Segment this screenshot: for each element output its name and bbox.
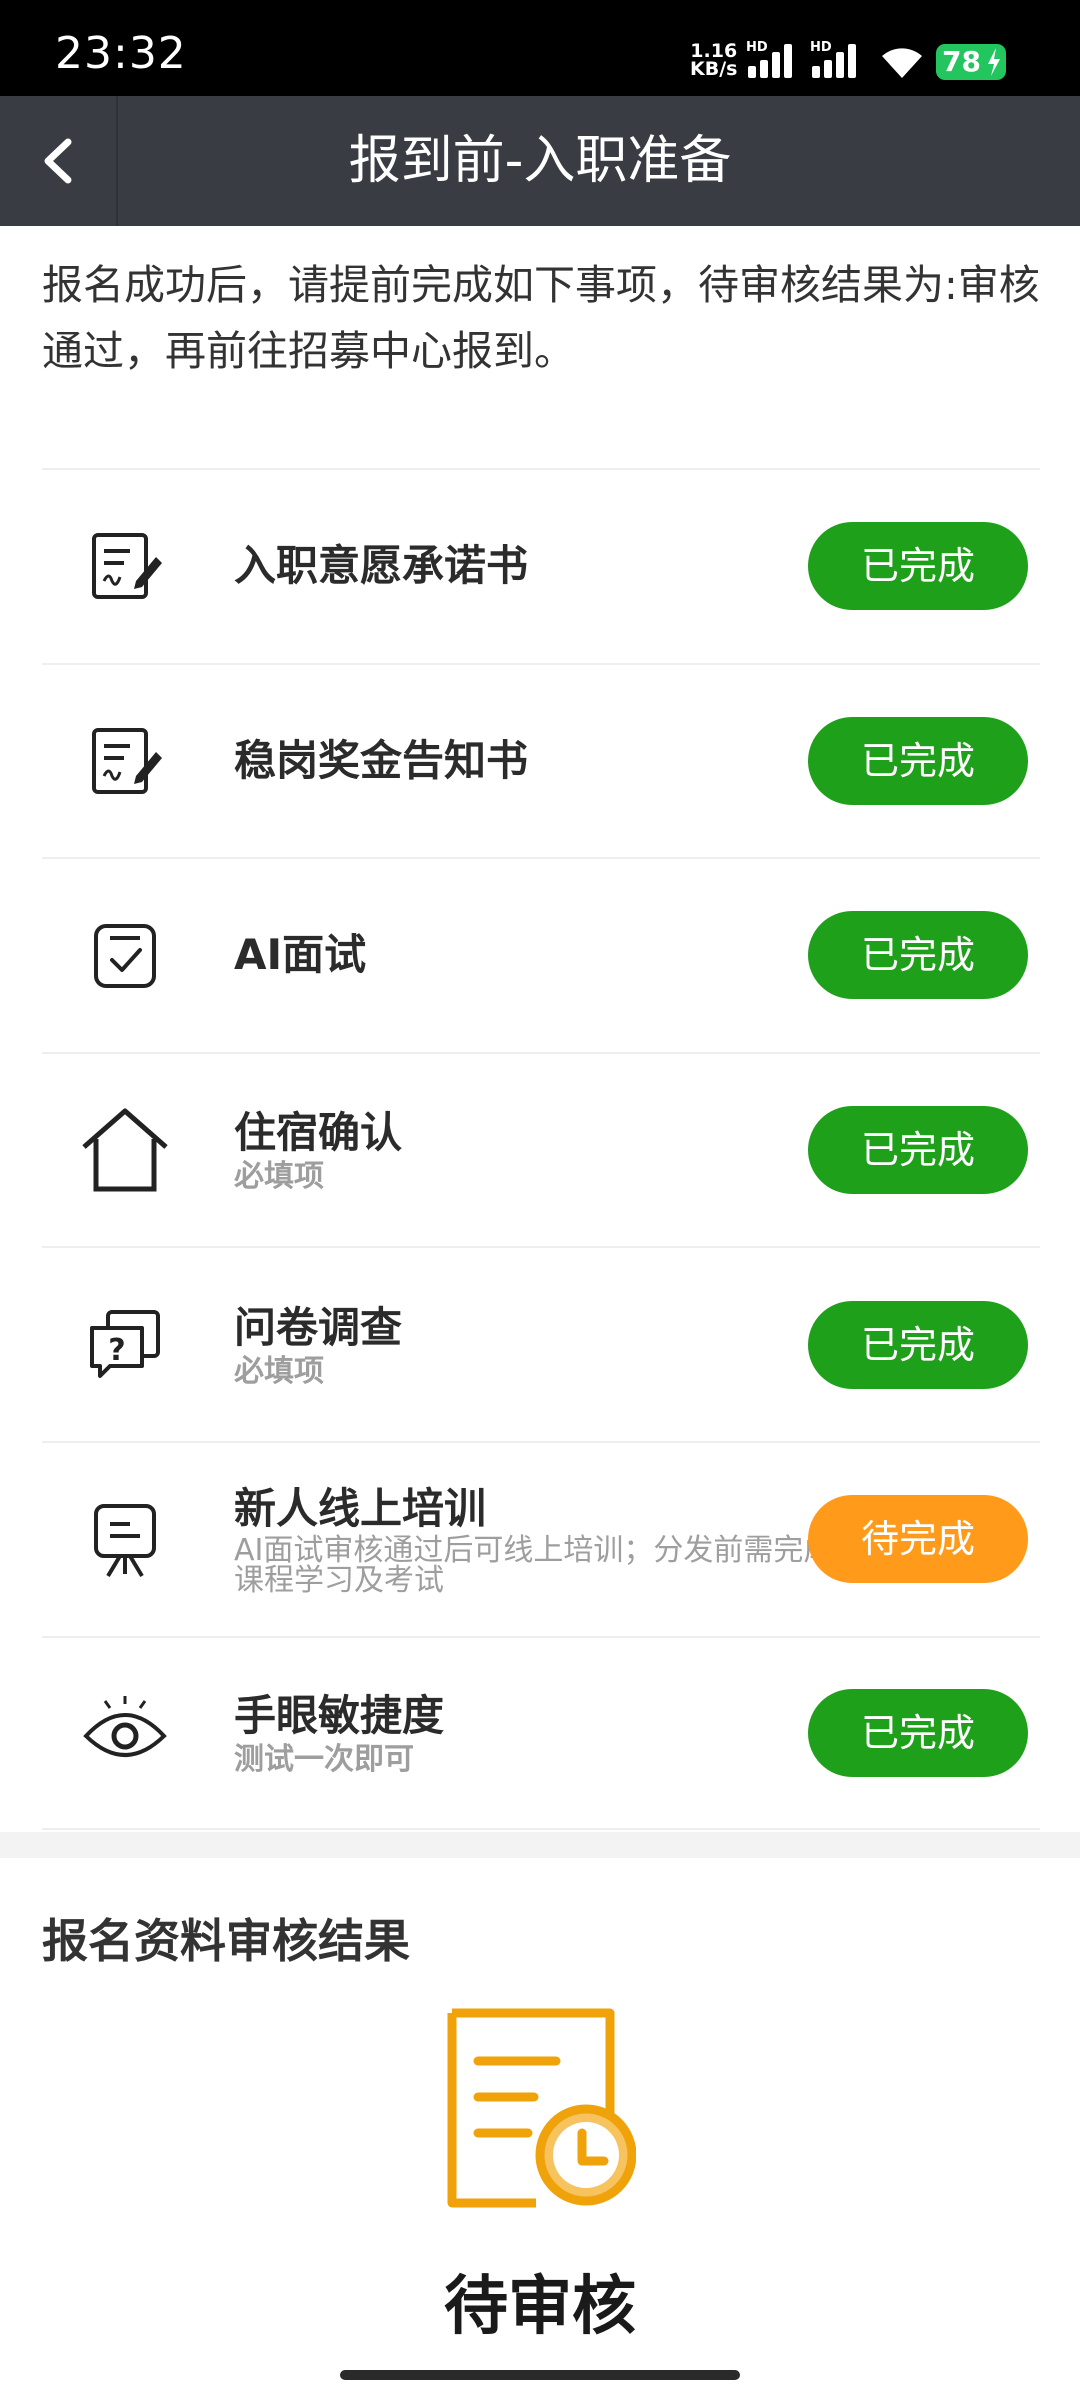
task-row-commitment[interactable]: 入职意愿承诺书 已完成 [42,468,1040,663]
nav-bar: 报到前-入职准备 [0,96,1080,226]
network-speed: 1.16 KB/s [690,40,738,80]
chevron-left-icon [44,138,72,184]
svg-text:?: ? [108,1333,125,1368]
task-subtitle: 测试一次即可 [234,1741,414,1777]
task-row-housing[interactable]: 住宿确认 必填项 已完成 [42,1051,1040,1247]
task-status-button[interactable]: 已完成 [808,716,1028,805]
eye-icon [80,1688,170,1778]
presentation-board-icon [80,1494,170,1584]
task-subtitle: 必填项 [234,1159,324,1195]
task-title: 手眼敏捷度 [234,1690,445,1740]
task-list: 入职意愿承诺书 已完成 稳岗奖金告知书 已完成 AI面试 已完成 住宿确认 必填… [42,468,1040,1831]
task-title: 问卷调查 [234,1302,403,1352]
checkbox-icon [80,910,170,1000]
task-status-button[interactable]: 已完成 [808,911,1028,1000]
task-row-survey[interactable]: ? 问卷调查 必填项 已完成 [42,1246,1040,1441]
task-status-button[interactable]: 已完成 [808,522,1028,611]
task-row-ai-interview[interactable]: AI面试 已完成 [42,857,1040,1052]
question-chat-icon: ? [80,1300,170,1390]
task-status-button[interactable]: 已完成 [808,1106,1028,1195]
document-sign-icon [80,716,170,806]
task-title: 住宿确认 [234,1108,403,1158]
task-title: 入职意愿承诺书 [234,541,529,591]
task-title: 新人线上培训 [234,1484,487,1534]
task-status-button[interactable]: 已完成 [808,1300,1028,1389]
status-time: 23:32 [55,28,187,79]
battery-icon: 78 [936,44,1006,80]
task-row-bonus-notice[interactable]: 稳岗奖金告知书 已完成 [42,662,1040,858]
page-title: 报到前-入职准备 [348,131,732,191]
task-status-button[interactable]: 待完成 [808,1495,1028,1584]
house-icon [80,1105,170,1195]
wifi-icon [878,44,926,84]
task-title: 稳岗奖金告知书 [234,735,529,785]
task-row-hand-eye[interactable]: 手眼敏捷度 测试一次即可 已完成 [42,1635,1040,1831]
signal-sim2-icon: HD [810,40,868,86]
document-sign-icon [80,521,170,611]
status-bar: 23:32 1.16 KB/s HD HD 78 [0,0,1080,96]
document-clock-icon [444,2005,637,2221]
task-title: AI面试 [234,930,367,980]
task-row-online-training[interactable]: 新人线上培训 AI面试审核通过后可线上培训；分发前需完成课程学习及考试 待完成 [42,1440,1040,1636]
back-button[interactable] [0,96,118,226]
task-subtitle: 必填项 [234,1353,324,1389]
signal-sim1-icon: HD [746,40,804,86]
review-status: 待审核 [444,2270,636,2344]
review-section-title: 报名资料审核结果 [42,1914,410,1968]
task-subtitle: AI面试审核通过后可线上培训；分发前需完成课程学习及考试 [234,1533,834,1599]
task-status-button[interactable]: 已完成 [808,1688,1028,1777]
section-divider [0,1832,1080,1858]
home-indicator[interactable] [340,2370,740,2380]
intro-text: 报名成功后，请提前完成如下事项，待审核结果为:审核通过，再前往招募中心报到。 [42,261,1040,375]
